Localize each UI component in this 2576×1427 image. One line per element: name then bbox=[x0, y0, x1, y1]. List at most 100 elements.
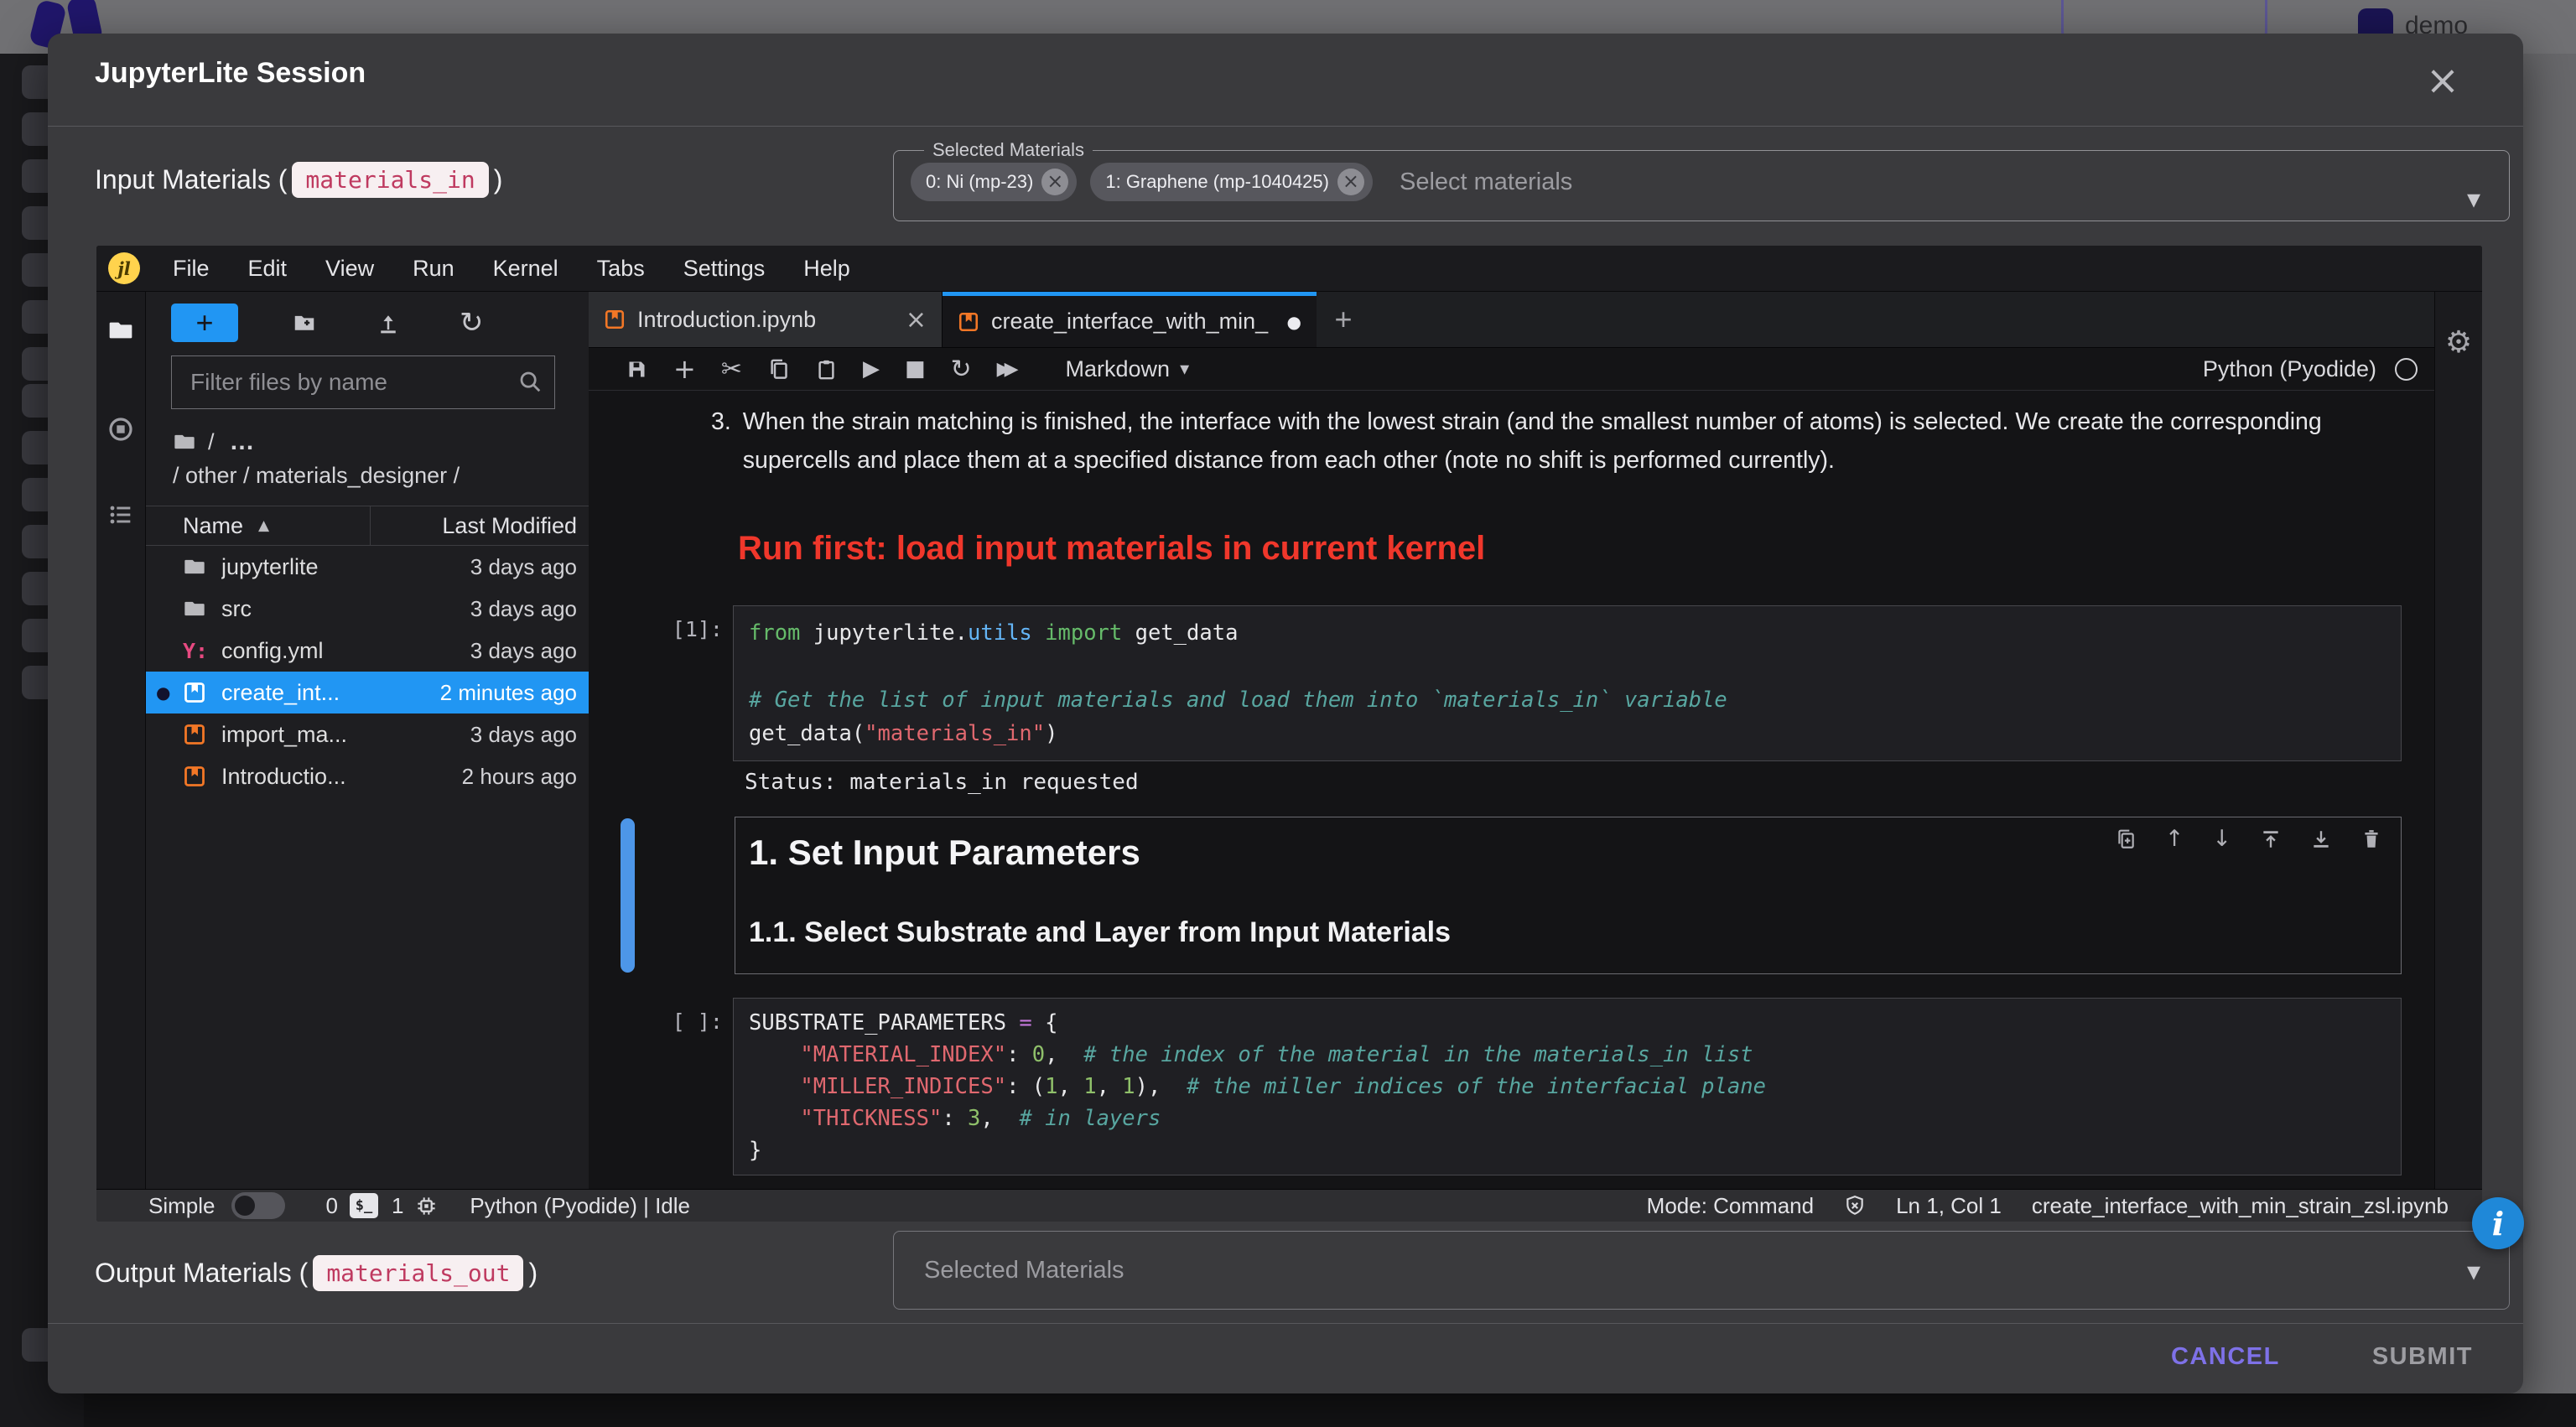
move-cell-down-icon[interactable]: ↓ bbox=[2212, 826, 2231, 852]
code-cell-2[interactable]: [ ]: SUBSTRATE_PARAMETERS = { "MATERIAL_… bbox=[589, 998, 2402, 1175]
menu-tabs[interactable]: Tabs bbox=[578, 256, 664, 282]
output-dropdown-label: Selected Materials bbox=[924, 1257, 1124, 1284]
notebook-toolbar: + ✂ ▶ ■ ↻ ▶▶ Markdown bbox=[589, 348, 2434, 391]
close-tab-icon[interactable]: × bbox=[906, 305, 927, 335]
insert-cell-below-icon[interactable] bbox=[2310, 828, 2332, 850]
section-heading: 1. Set Input Parameters bbox=[749, 833, 1140, 873]
tab-create-interface[interactable]: create_interface_with_min_ ● bbox=[943, 292, 1317, 347]
remove-chip-icon[interactable]: × bbox=[1337, 169, 1364, 195]
output-materials-dropdown[interactable]: Selected Materials ▾ bbox=[893, 1231, 2510, 1310]
submit-button[interactable]: SUBMIT bbox=[2364, 1335, 2481, 1379]
cell-output: Status: materials_in requested bbox=[745, 770, 1139, 795]
cell-collapser-bar[interactable] bbox=[621, 818, 635, 973]
file-row-jupyterlite[interactable]: jupyterlite3 days ago bbox=[146, 546, 589, 588]
file-modified: 2 hours ago bbox=[462, 764, 577, 790]
menu-kernel[interactable]: Kernel bbox=[474, 256, 578, 282]
code-editor[interactable]: SUBSTRATE_PARAMETERS = { "MATERIAL_INDEX… bbox=[733, 998, 2402, 1175]
upload-icon[interactable] bbox=[376, 310, 401, 335]
close-icon[interactable]: × bbox=[2418, 55, 2468, 106]
file-row-import-ma-[interactable]: import_ma...3 days ago bbox=[146, 714, 589, 755]
kernel-chip-icon bbox=[415, 1195, 438, 1217]
insert-cell-above-icon[interactable] bbox=[2260, 828, 2282, 850]
file-modified: 3 days ago bbox=[470, 722, 577, 748]
notebook-icon bbox=[183, 765, 211, 788]
menu-edit[interactable]: Edit bbox=[229, 256, 307, 282]
file-name: config.yml bbox=[221, 638, 470, 664]
cancel-button[interactable]: CANCEL bbox=[2163, 1335, 2288, 1379]
file-name: import_ma... bbox=[221, 722, 470, 748]
open-file-dot-icon: ● bbox=[156, 682, 170, 703]
save-icon[interactable] bbox=[626, 358, 648, 381]
tab-introduction-ipynb[interactable]: Introduction.ipynb × bbox=[589, 292, 943, 347]
home-folder-icon[interactable] bbox=[173, 430, 196, 454]
file-list-header: Name ▲ Last Modified bbox=[146, 506, 589, 546]
new-tab-button[interactable]: + bbox=[1317, 292, 1370, 347]
tab-label: create_interface_with_min_ bbox=[991, 309, 1275, 335]
filter-files-input[interactable] bbox=[172, 356, 554, 408]
input-materials-suffix: ) bbox=[494, 164, 503, 195]
sort-ascending-icon[interactable]: ▲ bbox=[258, 517, 269, 534]
table-of-contents-tab-icon[interactable] bbox=[107, 501, 134, 528]
file-row-src[interactable]: src3 days ago bbox=[146, 588, 589, 630]
simple-mode-toggle[interactable] bbox=[231, 1192, 285, 1219]
breadcrumb-ellipsis[interactable]: … bbox=[230, 428, 257, 456]
kernel-status-text[interactable]: Python (Pyodide) | Idle bbox=[470, 1193, 690, 1219]
selected-materials-field[interactable]: Selected Materials 0: Ni (mp-23)×1: Grap… bbox=[893, 139, 2510, 221]
menu-run[interactable]: Run bbox=[393, 256, 474, 282]
mode-indicator[interactable]: Mode: Command bbox=[1647, 1193, 1814, 1219]
running-sessions-tab-icon[interactable] bbox=[107, 416, 134, 443]
copy-cells-icon[interactable] bbox=[767, 358, 790, 381]
breadcrumb-root[interactable]: / bbox=[208, 429, 215, 455]
file-browser-tab-icon[interactable] bbox=[107, 317, 134, 344]
kernel-status-icon bbox=[2395, 358, 2418, 381]
file-list: jupyterlite3 days agosrc3 days agoY:conf… bbox=[146, 546, 589, 1189]
new-launcher-button[interactable]: + bbox=[171, 304, 238, 342]
execution-prompt: [ ]: bbox=[589, 998, 733, 1175]
refresh-icon[interactable]: ↻ bbox=[460, 306, 484, 340]
file-row-create-int-[interactable]: ●create_int...2 minutes ago bbox=[146, 672, 589, 714]
file-row-config-yml[interactable]: Y:config.yml3 days ago bbox=[146, 630, 589, 672]
stop-kernel-icon[interactable]: ■ bbox=[905, 356, 926, 381]
file-name: create_int... bbox=[221, 680, 440, 706]
cut-cells-icon[interactable]: ✂ bbox=[721, 355, 742, 384]
new-folder-icon[interactable] bbox=[292, 310, 317, 335]
terminals-count[interactable]: 0 bbox=[325, 1193, 337, 1219]
notebook-icon bbox=[183, 681, 211, 704]
menu-settings[interactable]: Settings bbox=[664, 256, 785, 282]
file-row-introductio-[interactable]: Introductio...2 hours ago bbox=[146, 755, 589, 797]
menu-view[interactable]: View bbox=[306, 256, 393, 282]
file-browser-toolbar: + ↻ bbox=[171, 304, 575, 342]
delete-cell-icon[interactable] bbox=[2360, 828, 2382, 850]
kernels-count[interactable]: 1 bbox=[392, 1193, 403, 1219]
column-name[interactable]: Name bbox=[183, 513, 243, 539]
run-cell-icon[interactable]: ▶ bbox=[863, 356, 880, 381]
kernel-name[interactable]: Python (Pyodide) bbox=[2203, 356, 2376, 382]
dialog-actions: CANCEL SUBMIT bbox=[2163, 1335, 2481, 1379]
cell-type-dropdown[interactable]: Markdown ▾ bbox=[1066, 356, 1190, 382]
code-editor[interactable]: from jupyterlite.utils import get_data #… bbox=[733, 605, 2402, 761]
file-name: jupyterlite bbox=[221, 554, 470, 580]
menu-file[interactable]: File bbox=[153, 256, 229, 282]
move-cell-up-icon[interactable]: ↑ bbox=[2165, 826, 2184, 852]
duplicate-cell-icon[interactable] bbox=[2115, 828, 2137, 850]
remove-chip-icon[interactable]: × bbox=[1041, 169, 1068, 195]
divider bbox=[48, 1323, 2523, 1324]
run-all-icon[interactable]: ▶▶ bbox=[997, 359, 1019, 380]
info-button[interactable]: i bbox=[2472, 1197, 2524, 1249]
subsection-heading: 1.1. Select Substrate and Layer from Inp… bbox=[749, 916, 1451, 949]
chevron-down-icon[interactable]: ▾ bbox=[2467, 183, 2480, 215]
restart-kernel-icon[interactable]: ↻ bbox=[951, 355, 972, 384]
cursor-position[interactable]: Ln 1, Col 1 bbox=[1896, 1193, 2002, 1219]
breadcrumb: / … bbox=[173, 428, 575, 456]
paste-cells-icon[interactable] bbox=[815, 358, 838, 381]
gear-icon[interactable]: ⚙ bbox=[2445, 325, 2472, 1189]
insert-cell-icon[interactable]: + bbox=[673, 353, 696, 385]
column-last-modified[interactable]: Last Modified bbox=[442, 513, 577, 539]
breadcrumb-path[interactable]: / other / materials_designer / bbox=[173, 463, 575, 489]
menu-help[interactable]: Help bbox=[784, 256, 870, 282]
code-cell-1[interactable]: [1]: from jupyterlite.utils import get_d… bbox=[589, 605, 2402, 761]
screen: demo JupyterLite Session × Input Materia… bbox=[0, 0, 2576, 1427]
material-chip-label: 0: Ni (mp-23) bbox=[926, 171, 1033, 193]
input-materials-label: Input Materials ( materials_in ) bbox=[95, 153, 502, 206]
markdown-cell[interactable]: 1. Set Input Parameters 1.1. Select Subs… bbox=[735, 817, 2402, 974]
